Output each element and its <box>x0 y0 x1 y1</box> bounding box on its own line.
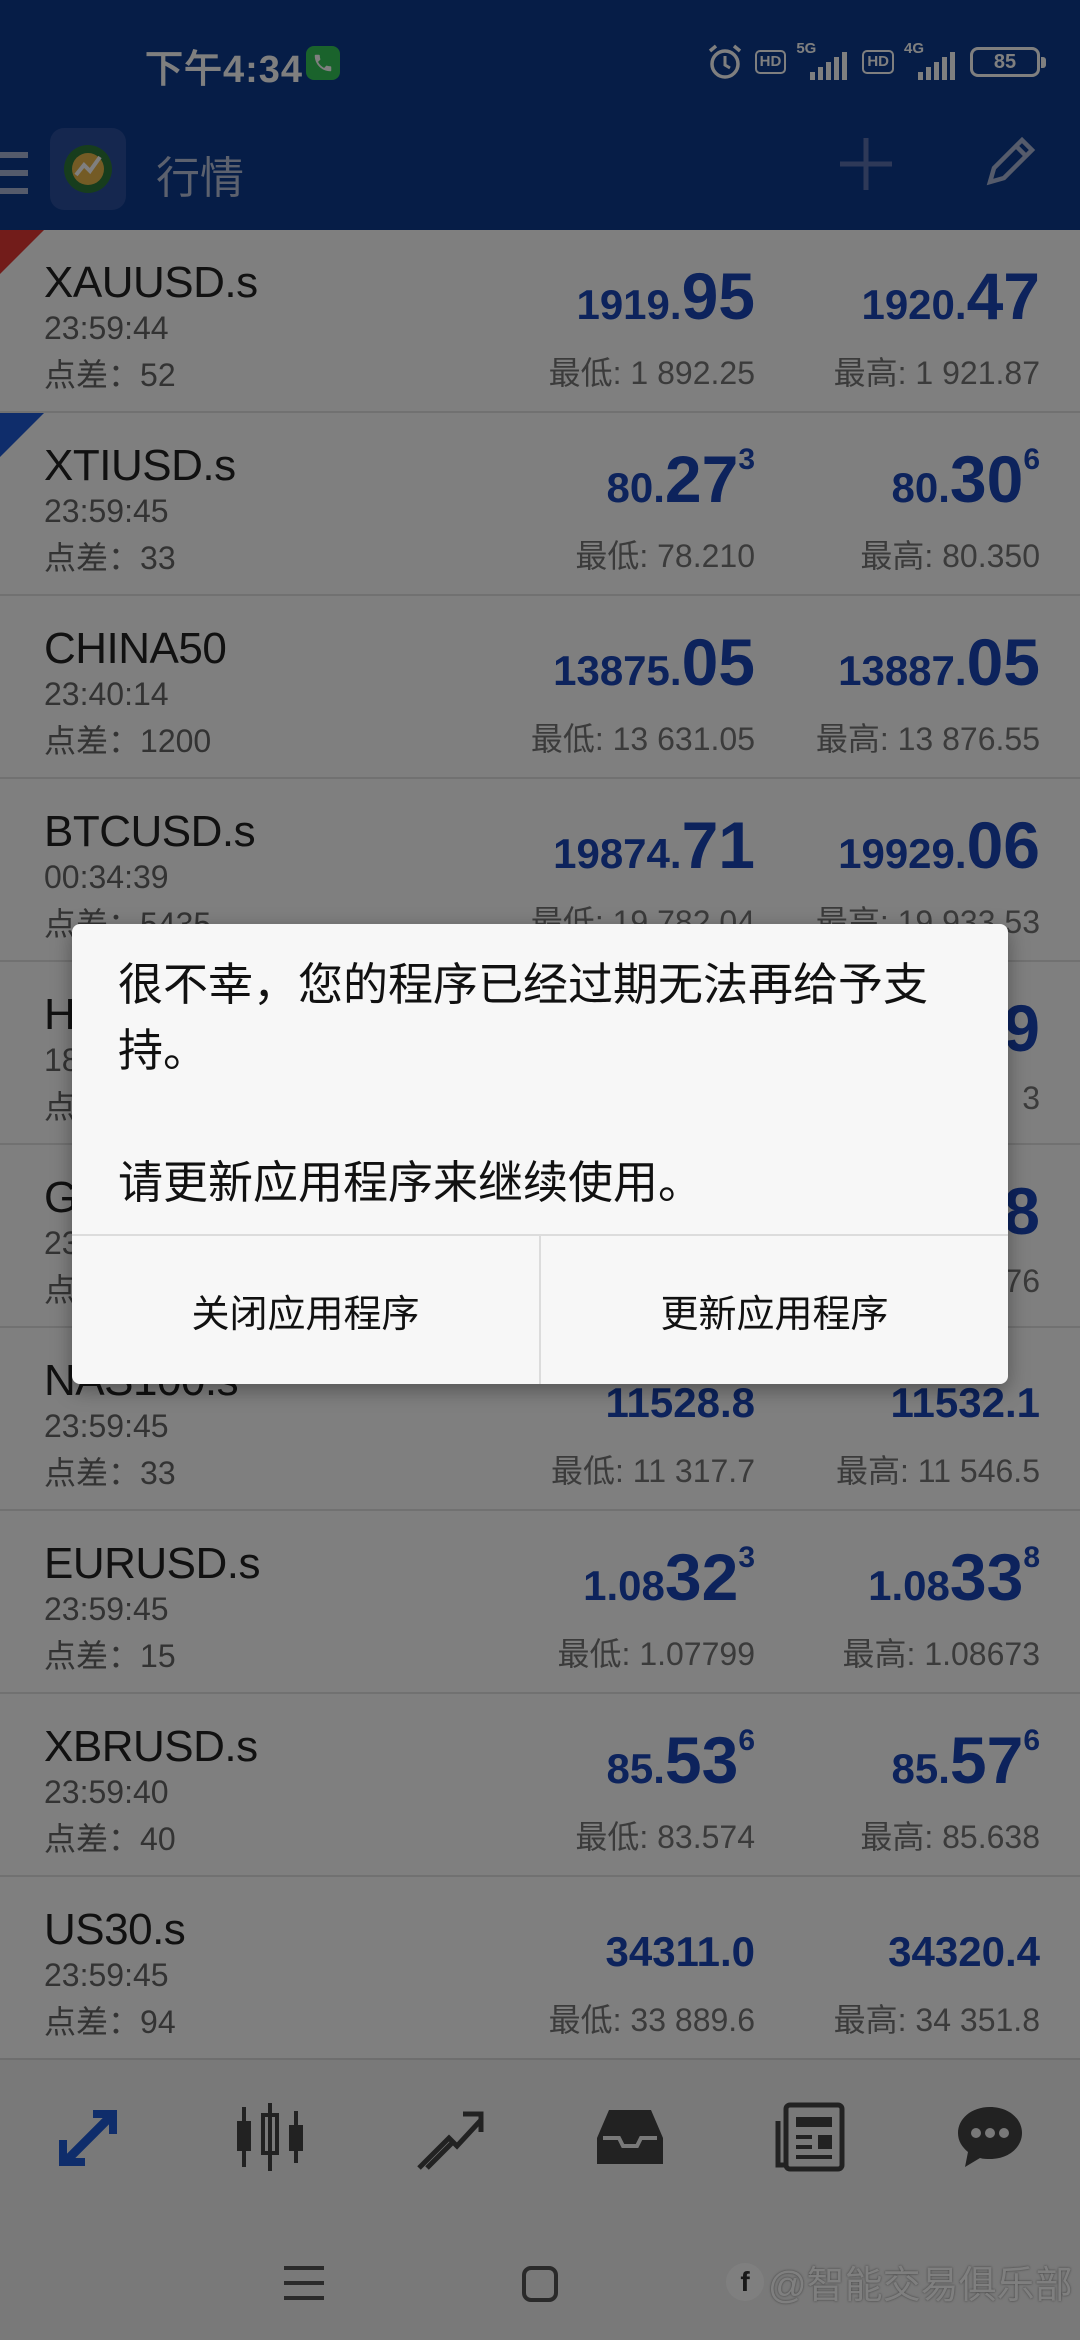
dialog-message: 很不幸，您的程序已经过期无法再给予支持。 <box>118 959 929 1076</box>
close-app-button[interactable]: 关闭应用程序 <box>72 1236 541 1384</box>
dialog-buttons: 关闭应用程序 更新应用程序 <box>72 1234 1008 1384</box>
expired-dialog: 很不幸，您的程序已经过期无法再给予支持。 请更新应用程序来继续使用。 关闭应用程… <box>72 924 1008 1384</box>
dialog-message-update: 请更新应用程序来继续使用。 <box>118 1157 704 1208</box>
update-app-button[interactable]: 更新应用程序 <box>541 1236 1008 1384</box>
